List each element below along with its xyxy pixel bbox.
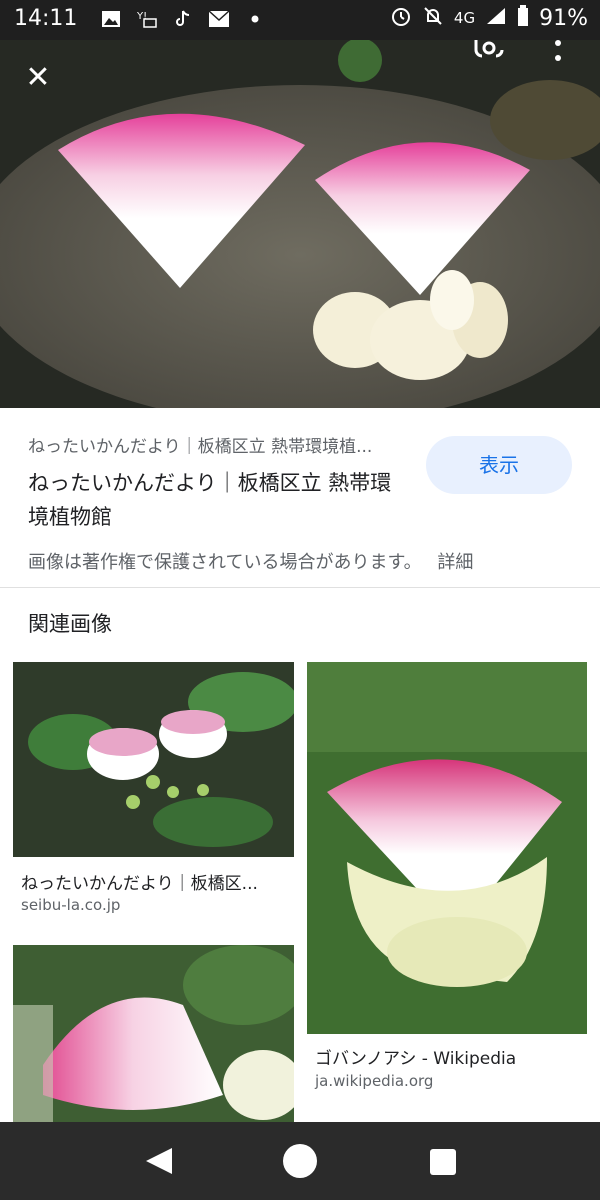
- view-button[interactable]: 表示: [426, 436, 572, 494]
- alarm-icon: [390, 5, 412, 31]
- battery-icon: [517, 5, 529, 31]
- more-options-icon[interactable]: [546, 40, 570, 68]
- related-card-1[interactable]: ねったいかんだより｜板橋区... seibu-la.co.jp: [13, 662, 294, 922]
- home-icon[interactable]: [283, 1144, 317, 1178]
- battery-percent: 91%: [539, 5, 588, 31]
- recent-apps-icon[interactable]: [430, 1149, 456, 1175]
- back-icon[interactable]: [144, 1146, 174, 1176]
- related-domain-1: seibu-la.co.jp: [21, 896, 121, 914]
- lens-icon[interactable]: [468, 40, 504, 68]
- status-time: 14:11: [14, 6, 78, 31]
- system-icons: 4G 91%: [390, 5, 588, 31]
- detail-link[interactable]: 詳細: [437, 552, 473, 573]
- dot-icon: [244, 9, 266, 29]
- copyright-notice: 画像は著作権で保護されている場合があります。 詳細: [28, 548, 473, 574]
- related-image-1[interactable]: [13, 662, 294, 857]
- related-title-1[interactable]: ねったいかんだより｜板橋区...: [21, 869, 286, 894]
- related-title-2[interactable]: ゴバンノアシ - Wikipedia: [315, 1044, 579, 1069]
- result-title[interactable]: ねったいかんだより｜板橋区立 熱帯環境植物館: [28, 466, 408, 534]
- image-icon: [100, 9, 122, 29]
- copyright-text: 画像は著作権で保護されている場合があります。: [28, 552, 422, 573]
- network-type: 4G: [453, 9, 476, 27]
- related-card-3[interactable]: [13, 945, 294, 1122]
- main-image[interactable]: ✕: [0, 40, 600, 408]
- close-button[interactable]: ✕: [20, 60, 56, 96]
- status-bar: 14:11 Y! 4G 91%: [0, 0, 600, 40]
- mute-icon: [422, 5, 444, 31]
- signal-icon: [485, 6, 507, 30]
- related-image-2[interactable]: [307, 662, 587, 1034]
- related-card-2[interactable]: ゴバンノアシ - Wikipedia ja.wikipedia.org: [307, 662, 587, 1102]
- au-mail-icon: [208, 9, 230, 29]
- notification-icons: Y!: [100, 9, 266, 29]
- tiktok-icon: [172, 9, 194, 29]
- source-text[interactable]: ねったいかんだより｜板橋区立 熱帯環境植...: [28, 432, 408, 457]
- navigation-bar: [0, 1122, 600, 1200]
- svg-text:Y!: Y!: [136, 11, 147, 22]
- divider: [0, 587, 600, 588]
- result-info: ねったいかんだより｜板橋区立 熱帯環境植... ねったいかんだより｜板橋区立 熱…: [0, 408, 600, 588]
- related-image-3[interactable]: [13, 945, 294, 1122]
- yahoo-mail-icon: Y!: [136, 9, 158, 29]
- related-domain-2: ja.wikipedia.org: [315, 1072, 434, 1090]
- related-heading: 関連画像: [28, 612, 112, 636]
